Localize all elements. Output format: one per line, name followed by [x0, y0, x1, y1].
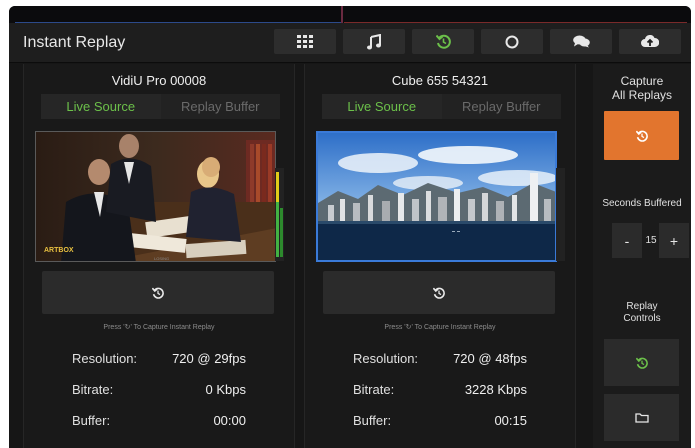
capture-hint: Press '↻' To Capture Instant Replay	[384, 324, 496, 331]
cloud-upload-button[interactable]	[619, 29, 681, 54]
tab-live-source[interactable]: Live Source	[322, 94, 442, 119]
bitrate-label: Bitrate:	[353, 382, 395, 397]
grid-button[interactable]	[274, 29, 336, 54]
buffer-label: Buffer:	[353, 413, 392, 428]
bitrate-value: 3228 Kbps	[464, 382, 527, 397]
bitrate-label: Bitrate:	[72, 382, 114, 397]
replay-icon	[635, 357, 648, 369]
music-button[interactable]	[343, 29, 405, 54]
audio-level-meter	[275, 168, 284, 261]
replay-icon	[152, 287, 164, 299]
play-replay-button[interactable]	[604, 339, 679, 386]
resolution-label: Resolution:	[353, 351, 419, 366]
camera-panel-1: VidiU Pro 00008 Live Source Replay Buffe…	[23, 64, 295, 448]
bitrate-value: 0 Kbps	[205, 382, 246, 397]
camera-title: VidiU Pro 00008	[111, 73, 207, 88]
seconds-buffered-label: Seconds Buffered	[602, 198, 682, 209]
decrease-seconds-button[interactable]: -	[612, 223, 642, 258]
app-window: Instant Replay VidiU Pro 00008 Live Sour…	[9, 6, 691, 448]
buffer-label: Buffer:	[72, 413, 111, 428]
video-preview: ARTBOX LOSING	[35, 131, 276, 262]
capture-replay-button[interactable]	[42, 271, 274, 314]
top-strip	[9, 6, 691, 23]
folder-icon	[634, 413, 649, 423]
chat-icon	[572, 35, 590, 48]
source-tabs: Live Source Replay Buffer	[322, 94, 561, 119]
svg-text:LOSING: LOSING	[154, 256, 169, 261]
video-preview-selected	[316, 131, 557, 262]
source-tabs: Live Source Replay Buffer	[41, 94, 280, 119]
music-icon	[367, 33, 381, 49]
replay-icon	[635, 130, 648, 142]
tab-replay-buffer[interactable]: Replay Buffer	[161, 94, 281, 119]
grid-icon	[297, 35, 313, 48]
resolution-label: Resolution:	[72, 351, 138, 366]
replay-sidebar: Capture All Replays Seconds Buffered - 1…	[593, 64, 691, 448]
header-bar: Instant Replay	[9, 23, 691, 63]
cloud-upload-icon	[641, 35, 659, 47]
logo-watermark: ARTBOX	[44, 247, 74, 254]
replay-tab-button[interactable]	[412, 29, 474, 54]
seconds-buffered-value: 15	[645, 235, 657, 246]
replay-controls-label: Replay Controls	[623, 301, 661, 324]
increase-seconds-button[interactable]: +	[659, 223, 689, 258]
camera-panel-2: Cube 655 54321 Live Source Replay Buffer	[304, 64, 576, 448]
page-title: Instant Replay	[23, 34, 126, 51]
resolution-value: 720 @ 29fps	[172, 351, 246, 366]
record-circle-icon	[505, 35, 519, 48]
open-folder-button[interactable]	[604, 394, 679, 441]
audio-level-meter	[556, 168, 565, 261]
tab-replay-buffer[interactable]: Replay Buffer	[442, 94, 562, 119]
camera-title: Cube 655 54321	[391, 73, 489, 88]
capture-hint: Press '↻' To Capture Instant Replay	[103, 324, 215, 331]
resolution-value: 720 @ 48fps	[453, 351, 527, 366]
video-frame-image: ARTBOX LOSING	[36, 132, 275, 261]
tab-live-source[interactable]: Live Source	[41, 94, 161, 119]
chat-button[interactable]	[550, 29, 612, 54]
replay-icon	[433, 287, 445, 299]
capture-all-replays-button[interactable]	[604, 111, 679, 160]
capture-replay-button[interactable]	[323, 271, 555, 314]
replay-icon	[435, 34, 451, 49]
video-frame-image	[318, 133, 555, 260]
buffer-value: 00:15	[494, 413, 527, 428]
buffer-value: 00:00	[213, 413, 246, 428]
record-button[interactable]	[481, 29, 543, 54]
capture-all-label: Capture All Replays	[611, 74, 673, 102]
